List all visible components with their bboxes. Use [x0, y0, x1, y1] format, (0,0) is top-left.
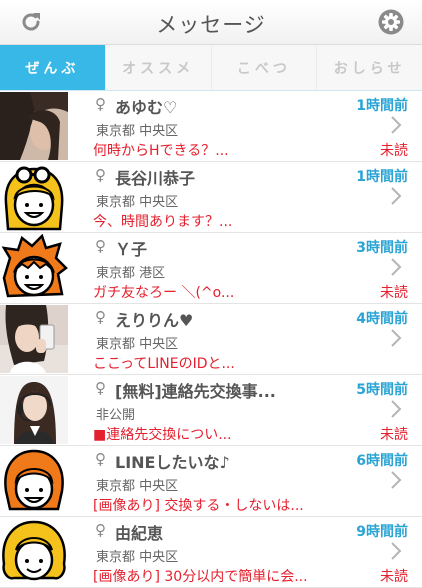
avatar-cartoon-orange-bob	[0, 447, 68, 515]
page-title: メッセージ	[156, 13, 266, 37]
unread-badge: 未読	[380, 285, 408, 301]
message-preview: 今、時間あります？...	[93, 214, 233, 230]
message-row[interactable]: ♀ 由紀恵 9時間前 東京都 中央区 [画像あり] 30分以内で簡単に会... …	[0, 517, 422, 588]
message-preview: [画像あり] 30分以内で簡単に会...	[93, 569, 308, 585]
tab-individual[interactable]: こべつ	[210, 45, 317, 90]
avatar-cartoon-blonde-curly	[0, 518, 68, 586]
avatar	[0, 447, 68, 515]
message-time: 4時間前	[356, 311, 408, 327]
gear-icon	[378, 9, 404, 35]
sender-location: 東京都 中央区	[96, 337, 179, 352]
message-row[interactable]: ♀ えりりん♥ 4時間前 東京都 中央区 ここってLINEのIDと...	[0, 304, 422, 375]
gender-icon: ♀	[95, 450, 106, 468]
sender-name: 由紀恵	[115, 524, 164, 543]
avatar-cartoon-orange-spiky	[0, 234, 68, 302]
avatar	[0, 163, 68, 231]
message-time: 6時間前	[356, 453, 408, 469]
message-preview: [画像あり] 交換する・しないは...	[93, 498, 304, 514]
unread-badge: 未読	[380, 569, 408, 585]
sender-location: 東京都 港区	[96, 266, 166, 281]
message-row[interactable]: ♀ 長谷川恭子 1時間前 東京都 中央区 今、時間あります？...	[0, 162, 422, 233]
sender-name: LINEしたいな♪	[115, 453, 230, 472]
tab-notices[interactable]: おしらせ	[316, 45, 422, 90]
message-preview: ガチ友なろー ＼(^o...	[93, 285, 235, 301]
message-time: 5時間前	[356, 382, 408, 398]
message-row[interactable]: ♀ [無料]連絡先交換事... 5時間前 非公開 ■連絡先交換につい... 未読	[0, 375, 422, 446]
avatar	[0, 92, 68, 160]
sender-name: [無料]連絡先交換事...	[115, 382, 276, 401]
chevron-right-icon	[391, 329, 402, 347]
tab-bar: ぜんぶ オススメ こべつ おしらせ	[0, 45, 422, 91]
message-time: 9時間前	[356, 524, 408, 540]
gender-icon: ♀	[95, 166, 106, 184]
chevron-right-icon	[391, 400, 402, 418]
message-time: 1時間前	[356, 169, 408, 185]
message-preview: 何時からHできる？...	[93, 143, 229, 159]
message-time: 3時間前	[356, 240, 408, 256]
app-header: メッセージ	[0, 0, 422, 45]
message-list: ♀ あゆむ♡ 1時間前 東京都 中央区 何時からHできる？... 未読 ♀ 長谷…	[0, 91, 422, 588]
avatar	[0, 234, 68, 302]
chevron-right-icon	[391, 542, 402, 560]
message-preview: ■連絡先交換につい...	[93, 427, 232, 443]
settings-button[interactable]	[376, 7, 406, 37]
gender-icon: ♀	[95, 379, 106, 397]
avatar	[0, 518, 68, 586]
unread-badge: 未読	[380, 427, 408, 443]
gender-icon: ♀	[95, 237, 106, 255]
chevron-right-icon	[391, 187, 402, 205]
avatar	[0, 305, 68, 373]
message-row[interactable]: ♀ あゆむ♡ 1時間前 東京都 中央区 何時からHできる？... 未読	[0, 91, 422, 162]
message-row[interactable]: ♀ Ｙ子 3時間前 東京都 港区 ガチ友なろー ＼(^o... 未読	[0, 233, 422, 304]
sender-name: あゆむ♡	[115, 98, 178, 117]
gender-icon: ♀	[95, 95, 106, 113]
sender-location: 東京都 中央区	[96, 550, 179, 565]
chevron-right-icon	[391, 471, 402, 489]
gender-icon: ♀	[95, 308, 106, 326]
tab-all[interactable]: ぜんぶ	[0, 45, 105, 90]
sender-location: 東京都 中央区	[96, 124, 179, 139]
gender-icon: ♀	[95, 521, 106, 539]
sender-name: 長谷川恭子	[115, 169, 196, 188]
sender-name: Ｙ子	[115, 240, 148, 259]
sender-location: 東京都 中央区	[96, 195, 179, 210]
avatar-photo-phone-selfie	[0, 305, 68, 373]
avatar-photo-dark-hair	[0, 92, 68, 160]
avatar-cartoon-blonde-goggles	[0, 163, 68, 231]
chevron-right-icon	[391, 258, 402, 276]
message-time: 1時間前	[356, 98, 408, 114]
avatar	[0, 376, 68, 444]
message-row[interactable]: ♀ LINEしたいな♪ 6時間前 東京都 中央区 [画像あり] 交換する・しない…	[0, 446, 422, 517]
sender-location: 東京都 中央区	[96, 479, 179, 494]
sender-name: えりりん♥	[115, 311, 194, 330]
message-preview: ここってLINEのIDと...	[93, 356, 235, 372]
unread-badge: 未読	[380, 143, 408, 159]
sender-location: 非公開	[96, 408, 136, 423]
chevron-right-icon	[391, 116, 402, 134]
tab-recommended[interactable]: オススメ	[104, 45, 211, 90]
avatar-photo-headset	[0, 376, 68, 444]
